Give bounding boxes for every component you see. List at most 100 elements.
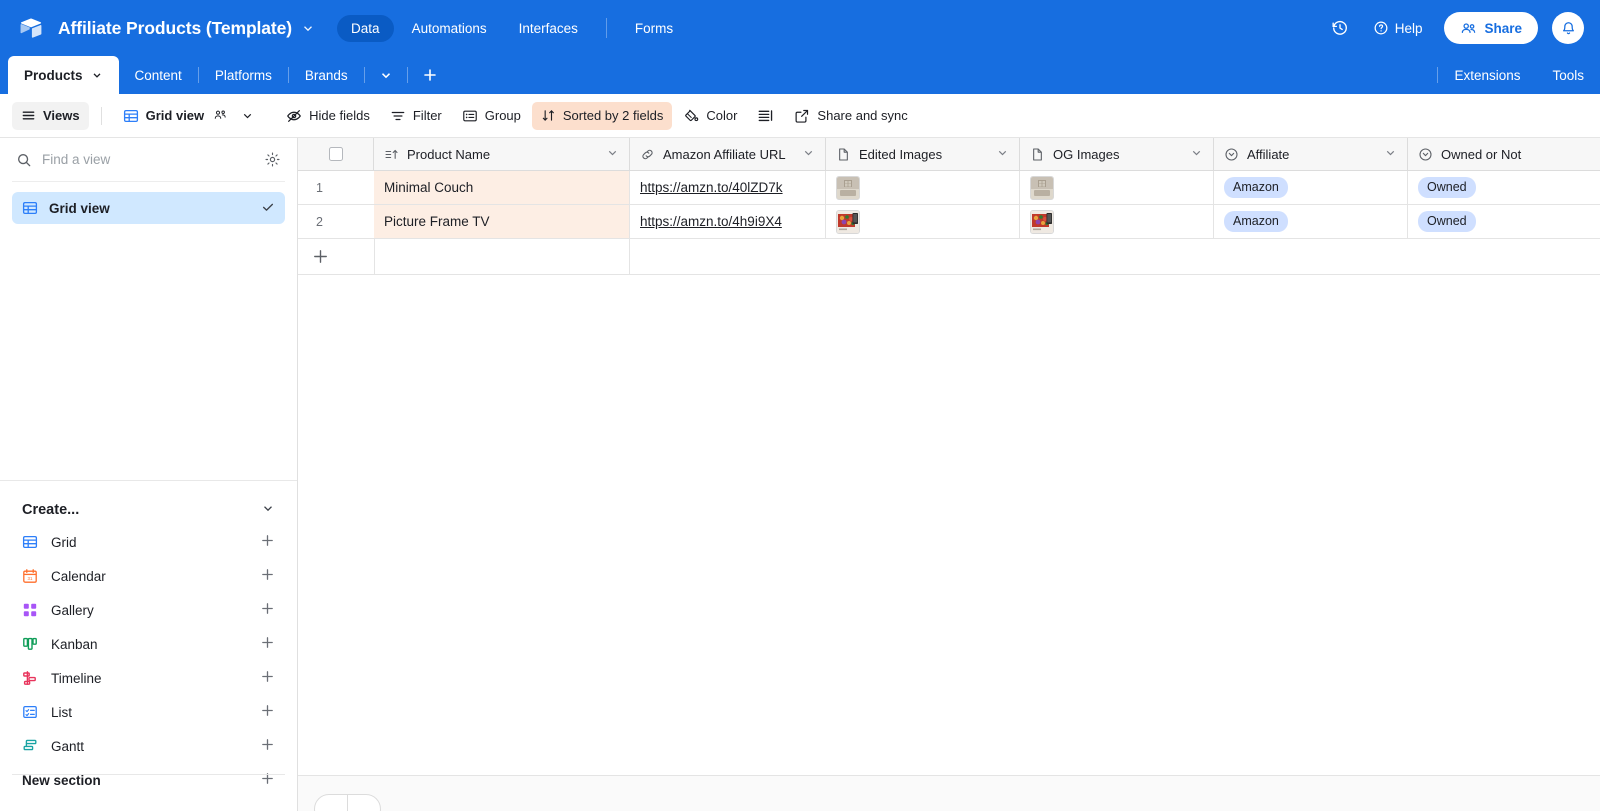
column-header-edited-images[interactable]: Edited Images: [826, 138, 1020, 170]
row-height-button[interactable]: [748, 102, 783, 130]
question-circle-icon: [1373, 20, 1389, 36]
chevron-down-icon[interactable]: [91, 69, 103, 81]
history-clock-icon[interactable]: [1323, 13, 1357, 43]
select-all-checkbox[interactable]: [298, 138, 374, 170]
airtable-app: Affiliate Products (Template) Data Autom…: [0, 0, 1600, 811]
plus-icon[interactable]: [260, 737, 275, 755]
share-and-sync-button[interactable]: Share and sync: [785, 102, 916, 130]
plus-icon[interactable]: [260, 703, 275, 721]
table-row[interactable]: 1 Minimal Couch https://amzn.to/40lZD7k: [298, 171, 1600, 205]
column-header-owned-or-not[interactable]: Owned or Not: [1408, 138, 1600, 170]
status-badge: Amazon: [1224, 211, 1288, 232]
affiliate-url-link[interactable]: https://amzn.to/40lZD7k: [640, 180, 783, 195]
create-item-kanban[interactable]: Kanban: [12, 627, 285, 661]
chevron-down-icon[interactable]: [261, 501, 275, 519]
sort-label: Sorted by 2 fields: [562, 108, 664, 123]
row-height-icon: [757, 107, 774, 124]
tab-tools[interactable]: Tools: [1536, 56, 1600, 94]
chevron-down-icon[interactable]: [606, 146, 619, 162]
sort-button[interactable]: Sorted by 2 fields: [531, 101, 673, 130]
nav-item-data[interactable]: Data: [337, 14, 394, 42]
create-item-gantt[interactable]: Gantt: [12, 729, 285, 763]
nav-item-interfaces[interactable]: Interfaces: [505, 15, 592, 42]
color-button[interactable]: Color: [674, 102, 746, 130]
image-thumbnail[interactable]: [836, 175, 860, 200]
color-label: Color: [706, 108, 738, 123]
plus-icon[interactable]: [408, 56, 452, 94]
cell-product-name[interactable]: Picture Frame TV: [374, 205, 630, 238]
create-section-header[interactable]: Create...: [12, 495, 285, 525]
grid-header-row: Product Name Amazon Affiliate URL Edited…: [298, 138, 1600, 171]
cell-og-images[interactable]: [1020, 171, 1214, 204]
group-button[interactable]: Group: [453, 102, 530, 130]
gear-icon[interactable]: [264, 151, 281, 168]
plus-icon[interactable]: [260, 601, 275, 619]
timeline-icon: [22, 670, 38, 686]
chevron-down-icon[interactable]: [1384, 146, 1397, 162]
toolbar-divider: [100, 106, 102, 125]
views-toggle-button[interactable]: Views: [12, 101, 89, 130]
chevron-down-icon[interactable]: [1190, 146, 1203, 162]
cell-edited-images[interactable]: [826, 171, 1020, 204]
gantt-icon: [22, 738, 38, 754]
cell-edited-images[interactable]: [826, 205, 1020, 238]
status-badge: Amazon: [1224, 177, 1288, 198]
plus-icon[interactable]: [260, 533, 275, 551]
tab-products[interactable]: Products: [8, 56, 119, 94]
column-header-affiliate[interactable]: Affiliate: [1214, 138, 1408, 170]
new-section-button[interactable]: New section: [12, 763, 285, 797]
share-button[interactable]: Share: [1444, 12, 1538, 44]
affiliate-url-link[interactable]: https://amzn.to/4h9i9X4: [640, 214, 782, 229]
create-item-timeline[interactable]: Timeline: [12, 661, 285, 695]
create-item-gallery[interactable]: Gallery: [12, 593, 285, 627]
record-count-control[interactable]: [314, 794, 381, 811]
tab-extensions[interactable]: Extensions: [1438, 56, 1536, 94]
nav-item-automations[interactable]: Automations: [398, 15, 501, 42]
sidebar-item-grid-view[interactable]: Grid view: [12, 192, 285, 224]
image-thumbnail[interactable]: [836, 209, 860, 234]
tab-brands[interactable]: Brands: [289, 56, 364, 94]
tab-content[interactable]: Content: [119, 56, 198, 94]
footer-segment-right[interactable]: [347, 795, 380, 811]
filter-button[interactable]: Filter: [381, 102, 451, 130]
group-icon: [462, 108, 478, 124]
add-record-button[interactable]: [298, 239, 374, 274]
notifications-button[interactable]: [1552, 12, 1584, 44]
chevron-down-icon[interactable]: [365, 56, 407, 94]
chevron-down-icon[interactable]: [996, 146, 1009, 162]
column-header-product-name[interactable]: Product Name: [374, 138, 630, 170]
cell-affiliate[interactable]: Amazon: [1214, 171, 1408, 204]
app-title: Affiliate Products (Template): [58, 17, 293, 38]
cell-product-name[interactable]: Minimal Couch: [374, 171, 630, 204]
grid-scroll-region[interactable]: Product Name Amazon Affiliate URL Edited…: [298, 138, 1600, 775]
image-thumbnail[interactable]: [1030, 175, 1054, 200]
cell-og-images[interactable]: [1020, 205, 1214, 238]
grid-view-selector[interactable]: Grid view: [114, 102, 264, 130]
create-item-grid[interactable]: Grid: [12, 525, 285, 559]
create-item-calendar[interactable]: 31 Calendar: [12, 559, 285, 593]
cell-owned-or-not[interactable]: Owned: [1408, 171, 1600, 204]
plus-icon[interactable]: [260, 567, 275, 585]
airtable-cube-icon[interactable]: [18, 15, 44, 41]
cell-amazon-affiliate-url[interactable]: https://amzn.to/40lZD7k: [630, 171, 826, 204]
nav-item-forms[interactable]: Forms: [621, 15, 687, 42]
table-row[interactable]: 2 Picture Frame TV https://amzn.to/4h9i9…: [298, 205, 1600, 239]
image-thumbnail[interactable]: [1030, 209, 1054, 234]
search-input[interactable]: [42, 152, 254, 167]
help-button[interactable]: Help: [1363, 14, 1433, 42]
cell-affiliate[interactable]: Amazon: [1214, 205, 1408, 238]
cell-owned-or-not[interactable]: Owned: [1408, 205, 1600, 238]
chevron-down-icon[interactable]: [802, 146, 815, 162]
create-item-list[interactable]: List: [12, 695, 285, 729]
plus-icon[interactable]: [260, 669, 275, 687]
hide-fields-button[interactable]: Hide fields: [277, 102, 379, 130]
tab-platforms[interactable]: Platforms: [199, 56, 288, 94]
chevron-down-icon[interactable]: [301, 21, 315, 35]
add-row[interactable]: [298, 239, 1600, 275]
column-header-amazon-affiliate-url[interactable]: Amazon Affiliate URL: [630, 138, 826, 170]
cell-amazon-affiliate-url[interactable]: https://amzn.to/4h9i9X4: [630, 205, 826, 238]
footer-segment-left[interactable]: [315, 795, 347, 811]
chevron-down-icon[interactable]: [241, 109, 254, 122]
column-header-og-images[interactable]: OG Images: [1020, 138, 1214, 170]
plus-icon[interactable]: [260, 635, 275, 653]
